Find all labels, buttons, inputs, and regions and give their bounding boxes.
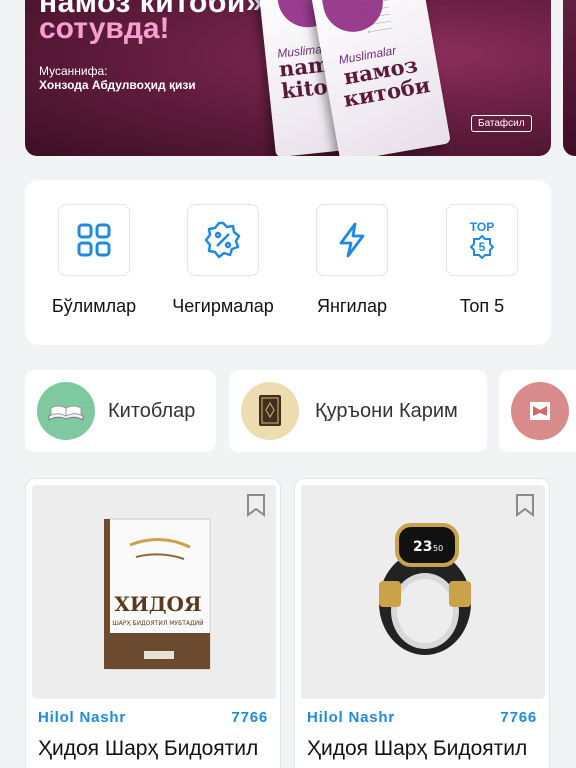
lightning-icon [316,204,388,276]
category-books[interactable]: Китоблар [25,370,216,452]
book-cover-title: ХИДОЯ [114,592,201,616]
top-badge-number: 5 [478,240,486,254]
bookmark-icon[interactable] [246,493,266,522]
banner-author: Хонзода Абдулвоҳид қизи [39,78,196,92]
quick-item-discounts[interactable]: Чегирмалар [163,204,283,317]
quick-item-new[interactable]: Янгилар [292,204,412,317]
top5-icon: TOP 5 [446,204,518,276]
quick-item-label: Чегирмалар [172,296,274,316]
category-label: Китоблар [108,400,196,422]
quick-item-label: Янгилар [316,296,388,316]
discount-icon [187,204,259,276]
product-card[interactable]: ХИДОЯ ШАРҲ БИДОЯТИЛ МУБТАДИЙ Hilol Nashr… [25,478,281,768]
product-publisher: Hilol Nashr [38,709,126,726]
ring-time-small: 50 [433,544,443,553]
product-price: 7766 [231,709,268,726]
banner-more-button[interactable]: Батафсил [471,115,532,132]
category-next[interactable] [499,370,576,452]
quick-menu: Бўлимлар Чегирмалар Янгилар TOP 5 Топ 5 [25,180,551,345]
banner-subtitle: сотувда! [39,12,170,45]
book-contents-lines: ▪ ────── ▪ ────── ▪ ────── ▪ ────── ▪ ────── [363,0,394,36]
product-card[interactable]: 23 50 Hilol Nashr 7766 Ҳидоя Шарҳ Бидоят… [294,478,550,768]
book-cover-subtitle: ШАРҲ БИДОЯТИЛ МУБТАДИЙ [112,620,203,627]
book-icon [511,382,569,440]
promo-banner[interactable]: намоз китоби» сотувда! Мусаннифа: Хонзод… [25,0,551,156]
grid-icon [58,204,130,276]
quran-icon [241,382,299,440]
category-label: Қуръони Карим [315,400,458,422]
bookmark-icon[interactable] [515,493,535,522]
ring-time-display: 23 [413,539,432,555]
open-book-icon [37,382,95,440]
product-publisher: Hilol Nashr [307,709,395,726]
quick-item-label: Бўлимлар [51,296,137,316]
product-title[interactable]: Ҳидоя Шарҳ Бидоятил [38,737,258,761]
product-image: 23 50 [301,485,545,699]
category-quran[interactable]: Қуръони Карим [229,370,487,452]
quick-item-label: Топ 5 [459,296,505,316]
product-image: ХИДОЯ ШАРҲ БИДОЯТИЛ МУБТАДИЙ [32,485,276,699]
product-title[interactable]: Ҳидоя Шарҳ Бидоятил [307,737,527,761]
product-price: 7766 [500,709,537,726]
next-banner-peek[interactable] [563,0,576,156]
quick-item-sections[interactable]: Бўлимлар [34,204,154,317]
banner-author-label: Мусаннифа: [39,64,108,78]
quick-item-top5[interactable]: TOP 5 Топ 5 [422,204,542,317]
top-badge-text: TOP [469,220,495,234]
